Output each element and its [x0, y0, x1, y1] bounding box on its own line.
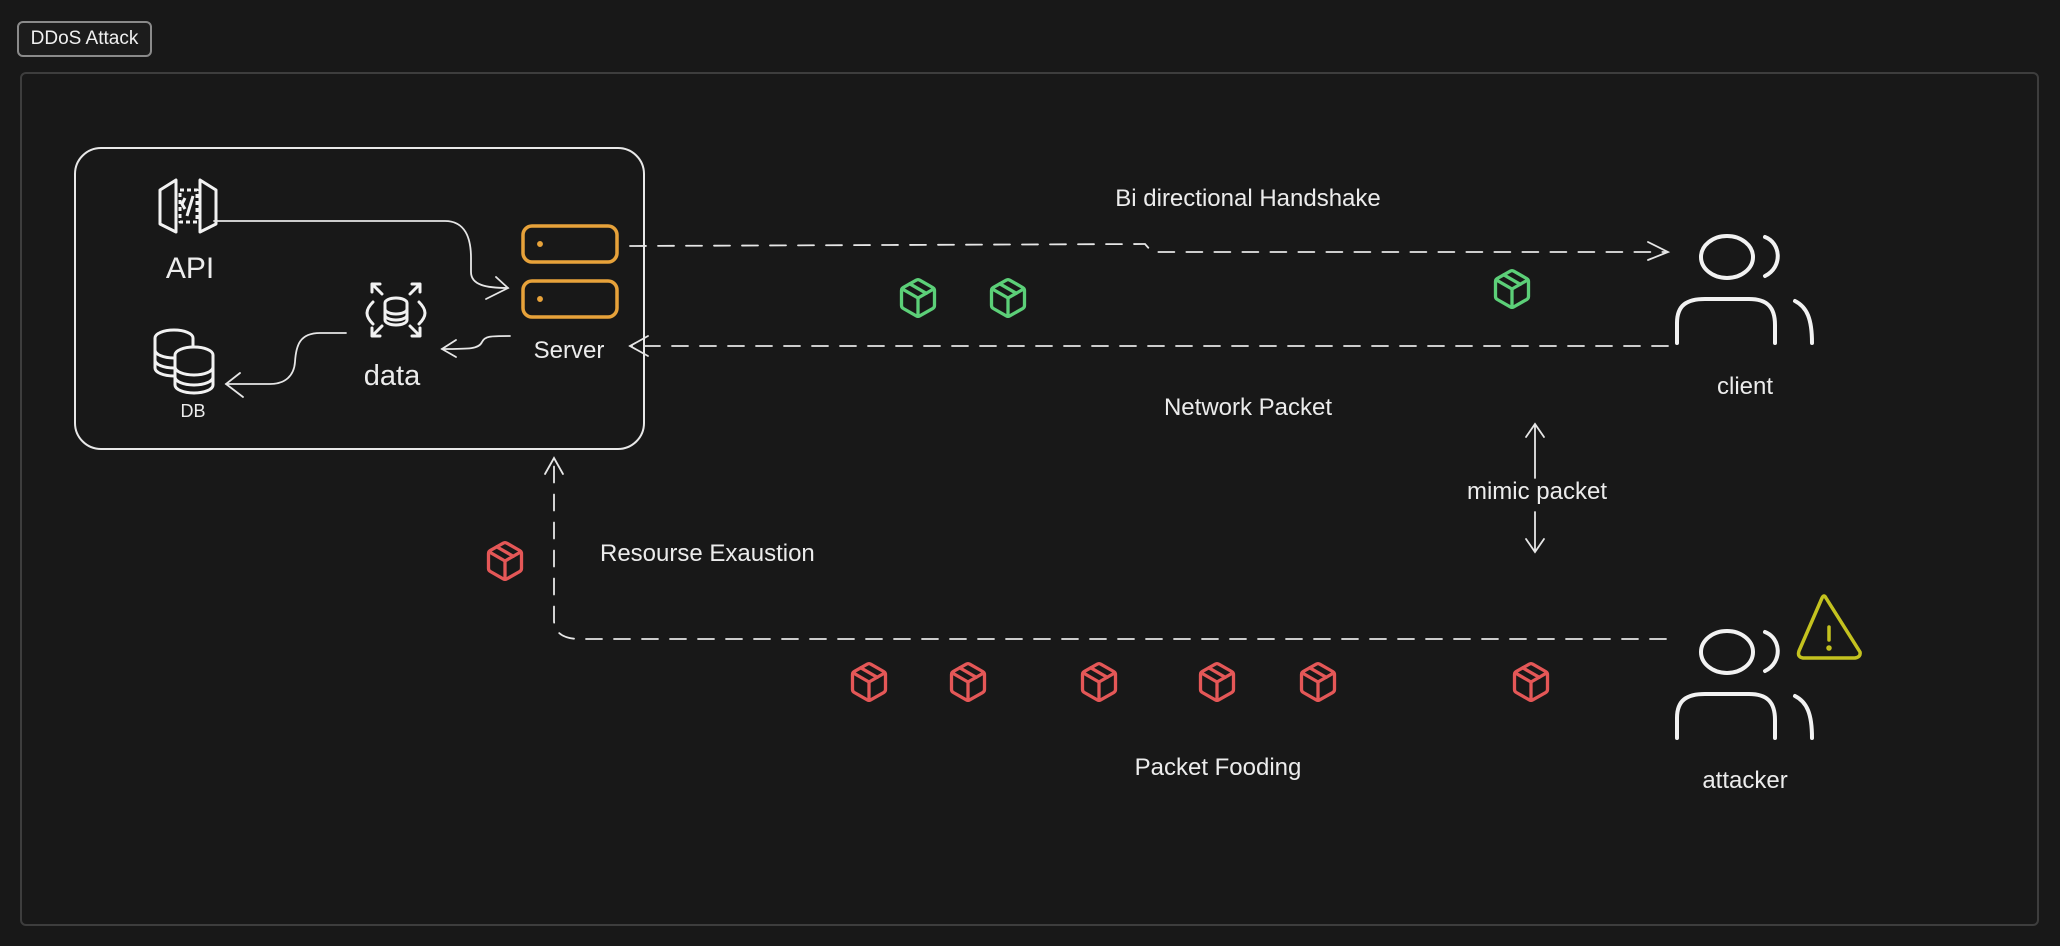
server-label: Server — [534, 337, 605, 364]
packet-group — [486, 269, 1550, 702]
data-to-db-connector — [225, 332, 347, 385]
mimic-up-arrow — [1525, 422, 1545, 479]
client-label: client — [1717, 373, 1773, 400]
arrow-head-icon — [224, 372, 244, 398]
malicious-package-icon — [850, 662, 888, 702]
client-user-icon[interactable] — [1675, 234, 1814, 345]
legit-package-icon — [1493, 269, 1531, 309]
mimic-packet-label: mimic packet — [1467, 478, 1607, 505]
warning-triangle-icon — [1796, 594, 1862, 660]
database-icon — [153, 328, 215, 395]
malicious-package-icon — [1080, 662, 1118, 702]
attacker-label: attacker — [1702, 767, 1787, 794]
legit-package-icon — [989, 278, 1027, 318]
api-gateway-icon — [158, 178, 218, 234]
mimic-down-arrow — [1525, 511, 1545, 554]
network-packet-label: Network Packet — [1164, 394, 1332, 421]
handshake-label: Bi directional Handshake — [1115, 185, 1381, 212]
attacker-user-icon[interactable] — [1675, 629, 1814, 740]
malicious-package-icon — [1512, 662, 1550, 702]
malicious-package-icon — [1198, 662, 1236, 702]
server-icon — [521, 224, 619, 319]
api-label: API — [166, 252, 214, 285]
data-label: data — [364, 360, 421, 392]
handshake-request-line[interactable] — [629, 243, 1667, 253]
legit-package-icon — [899, 278, 937, 318]
resource-exhaustion-label: Resourse Exaustion — [600, 540, 815, 567]
diagram-canvas: API DB data Server Bi directional Handsh… — [74, 147, 1862, 794]
malicious-package-icon — [486, 541, 524, 581]
arrow-head-icon — [1647, 241, 1671, 261]
malicious-package-icon — [1299, 662, 1337, 702]
packet-flooding-label: Packet Fooding — [1135, 754, 1302, 781]
db-label: DB — [180, 401, 205, 421]
malicious-package-icon — [949, 662, 987, 702]
api-to-server-connector — [213, 220, 509, 289]
data-distribution-icon — [365, 282, 427, 338]
